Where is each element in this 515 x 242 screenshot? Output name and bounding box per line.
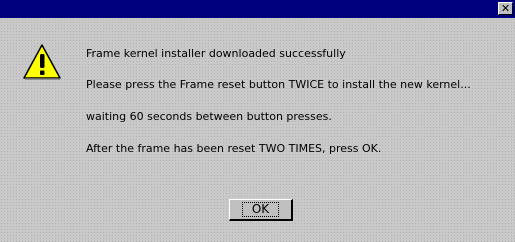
ok-button-label: OK <box>241 202 280 217</box>
close-button[interactable]: ✕ <box>498 2 513 15</box>
message-line-1: Frame kernel installer downloaded succes… <box>86 47 346 60</box>
close-icon: ✕ <box>500 2 511 15</box>
title-bar[interactable]: ✕ <box>0 0 515 18</box>
message-dialog: ✕ Frame kernel installer downloaded succ… <box>0 0 515 242</box>
message-line-2: Please press the Frame reset button TWIC… <box>86 78 471 91</box>
warning-icon <box>23 44 61 80</box>
ok-button[interactable]: OK <box>229 199 293 221</box>
message-line-3: waiting 60 seconds between button presse… <box>86 110 332 123</box>
message-line-4: After the frame has been reset TWO TIMES… <box>86 142 382 155</box>
